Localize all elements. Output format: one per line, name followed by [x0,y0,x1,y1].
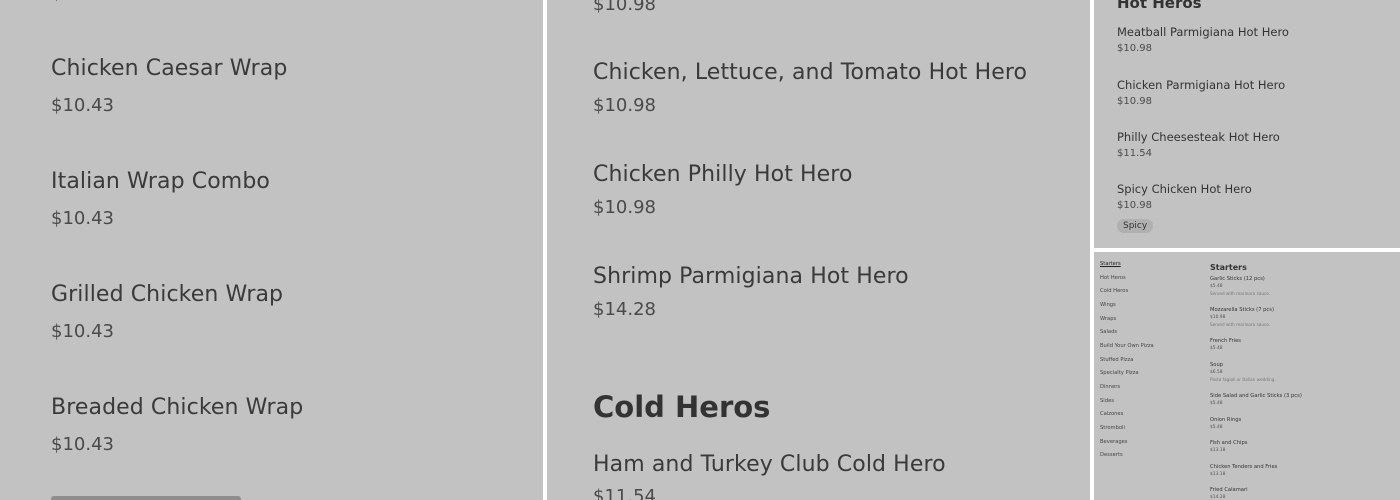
item-name: Chicken Tenders and Fries [1210,464,1278,470]
hot-heros-zoomed-panel: Hot Heros Meatball Parmigiana Hot Hero $… [1094,0,1400,248]
item-name: Fried Calamari [1210,487,1248,493]
section-heading: Cold Heros [593,390,771,424]
item-name: Spicy Chicken Hot Hero [1117,182,1252,196]
sidebar-item-wings[interactable]: Wings [1100,302,1116,308]
sidebar-item-build-your-own-pizza[interactable]: Build Your Own Pizza [1100,343,1154,349]
item-name: Ham and Turkey Club Cold Hero [593,452,946,477]
full-menu-thumbnail-panel: Starters Hot Heros Cold Heros Wings Wrap… [1094,252,1400,500]
item-name: Breaded Chicken Wrap [51,395,304,420]
sidebar-item-salads[interactable]: Salads [1100,329,1117,335]
item-price: $14.28 [1210,495,1226,500]
item-name: Onion Rings [1210,417,1242,423]
item-name: Grilled Chicken Wrap [51,282,284,307]
item-price: $5.48 [1210,284,1223,289]
item-price: $5.48 [1210,425,1223,430]
hot-heros-menu-panel: $10.98 Chicken, Lettuce, and Tomato Hot … [547,0,1090,500]
item-name: Shrimp Parmigiana Hot Hero [593,264,909,289]
item-description: Pasta fagioli or Italian wedding. [1210,377,1276,382]
sidebar-item-calzones[interactable]: Calzones [1100,411,1123,417]
item-description: Served with marinara sauce. [1210,291,1271,296]
sidebar-item-beverages[interactable]: Beverages [1100,439,1128,445]
item-description: Served with marinara sauce. [1210,322,1271,327]
wraps-menu-panel: $10.43 Chicken Caesar Wrap $10.43 Italia… [0,0,543,500]
item-name: Mozzarella Sticks (7 pcs) [1210,307,1275,313]
item-name: Side Salad and Garlic Sticks (3 pcs) [1210,393,1302,399]
item-name: Philly Cheesesteak Hot Hero [1117,130,1280,144]
sidebar-item-specialty-pizza[interactable]: Specialty Pizza [1100,370,1139,376]
item-name: Chicken, Lettuce, and Tomato Hot Hero [593,60,1028,85]
item-price: $10.43 [51,208,114,229]
sidebar-item-hot-heros[interactable]: Hot Heros [1100,275,1126,281]
item-name: Chicken Caesar Wrap [51,56,288,81]
item-price: $14.28 [593,299,656,320]
partial-price: $10.43 [51,0,114,3]
item-price: $10.98 [1117,96,1152,107]
item-price: $11.54 [1117,148,1152,159]
sidebar-item-wraps[interactable]: Wraps [1100,316,1116,322]
item-price: $10.98 [1117,43,1152,54]
item-price: $10.98 [593,197,656,218]
cut-off-item [51,496,241,500]
item-name: French Fries [1210,338,1241,344]
item-price: $13.18 [1210,472,1226,477]
item-name: Italian Wrap Combo [51,169,270,194]
item-name: Meatball Parmigiana Hot Hero [1117,25,1289,39]
sidebar-item-sides[interactable]: Sides [1100,398,1114,404]
item-price: $10.43 [51,321,114,342]
sidebar-item-stuffed-pizza[interactable]: Stuffed Pizza [1100,357,1133,363]
item-price: $13.18 [1210,448,1226,453]
item-price: $5.48 [1210,401,1223,406]
sidebar-item-stromboli[interactable]: Stromboli [1100,425,1125,431]
spicy-badge: Spicy [1117,219,1154,233]
item-price: $11.54 [593,486,656,500]
item-price: $5.48 [1210,346,1223,351]
item-price: $10.98 [1117,200,1152,211]
sidebar-item-desserts[interactable]: Desserts [1100,452,1123,458]
partial-price: $10.98 [593,0,656,15]
item-name: Garlic Sticks (12 pcs) [1210,276,1265,282]
item-name: Fish and Chips [1210,440,1248,446]
item-price: $10.43 [51,434,114,455]
item-name: Chicken Parmigiana Hot Hero [1117,78,1286,92]
item-name: Soup [1210,362,1224,368]
sidebar-item-cold-heros[interactable]: Cold Heros [1100,288,1128,294]
section-heading: Starters [1210,263,1247,272]
section-heading: Hot Heros [1117,0,1202,12]
sidebar-item-dinners[interactable]: Dinners [1100,384,1120,390]
sidebar-item-starters[interactable]: Starters [1100,261,1121,267]
item-price: $10.43 [51,95,114,116]
item-price: $6.58 [1210,370,1223,375]
item-price: $10.98 [593,95,656,116]
item-price: $10.98 [1210,315,1226,320]
item-name: Chicken Philly Hot Hero [593,162,853,187]
